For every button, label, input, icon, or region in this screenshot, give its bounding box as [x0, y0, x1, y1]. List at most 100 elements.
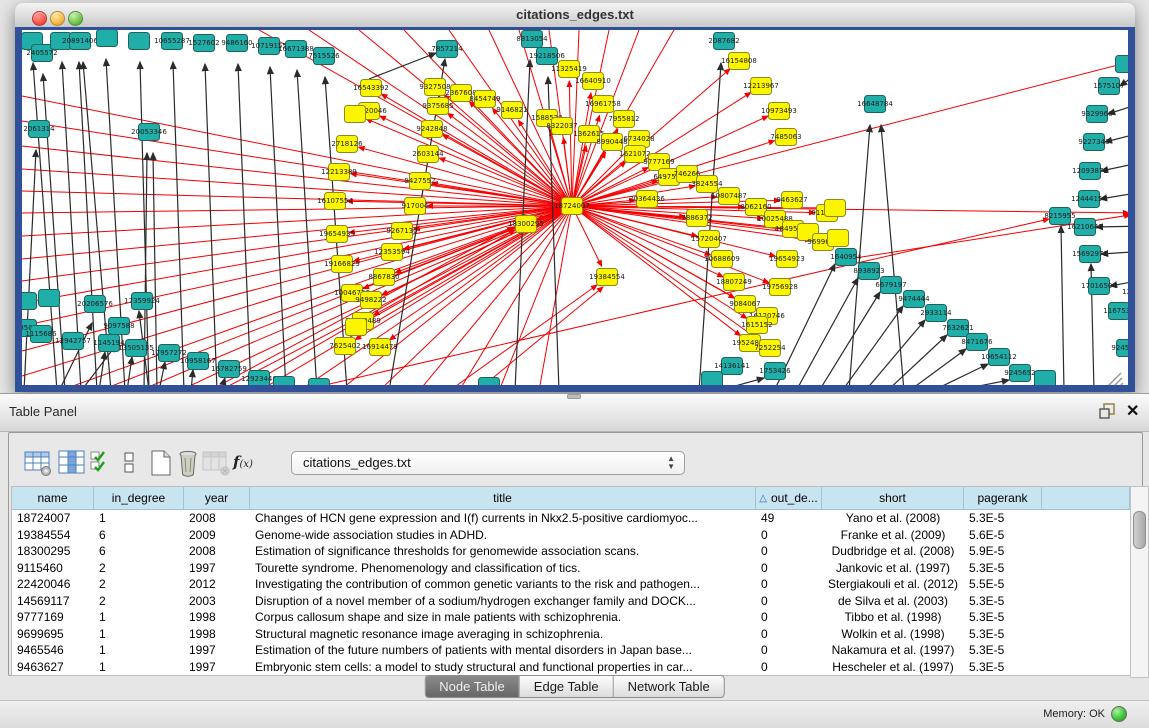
table-cell[interactable]: Stergiakouli et al. (2012) — [822, 576, 964, 593]
network-node[interactable] — [309, 379, 330, 386]
table-cell[interactable]: 5.3E-5 — [964, 609, 1042, 626]
column-header-out_de[interactable]: △out_de... — [756, 487, 822, 509]
table-cell[interactable]: 1 — [94, 609, 184, 626]
table-cell[interactable]: 2012 — [184, 576, 250, 593]
table-cell[interactable]: 0 — [756, 593, 822, 610]
tab-network-table[interactable]: Network Table — [614, 676, 724, 697]
table-cell[interactable]: 5.3E-5 — [964, 510, 1042, 527]
table-cell[interactable]: 22420046 — [12, 576, 94, 593]
network-node[interactable] — [1035, 371, 1056, 386]
table-cell[interactable]: 2 — [94, 576, 184, 593]
column-header-name[interactable]: name — [12, 487, 94, 509]
table-cell[interactable]: 49 — [756, 510, 822, 527]
table-cell[interactable]: Structural magnetic resonance image aver… — [250, 626, 756, 643]
table-cell[interactable]: 1998 — [184, 609, 250, 626]
table-cell[interactable]: 18724007 — [12, 510, 94, 527]
resize-grip-icon[interactable] — [1107, 373, 1123, 385]
select-columns-icon[interactable] — [57, 449, 87, 477]
column-header-title[interactable]: title — [250, 487, 756, 509]
table-cell[interactable]: 18300295 — [12, 543, 94, 560]
table-row[interactable]: 1456911722003Disruption of a novel membe… — [12, 593, 1130, 610]
table-cell[interactable]: Hescheler et al. (1997) — [822, 659, 964, 676]
table-cell[interactable]: 0 — [756, 527, 822, 544]
vertical-scrollbar[interactable] — [1130, 486, 1149, 678]
network-node[interactable] — [274, 377, 295, 386]
table-row[interactable]: 1830029562008Estimation of significance … — [12, 543, 1130, 560]
table-cell[interactable]: 5.5E-5 — [964, 576, 1042, 593]
table-cell[interactable]: 5.3E-5 — [964, 593, 1042, 610]
table-cell[interactable]: 0 — [756, 642, 822, 659]
network-node[interactable] — [129, 33, 150, 50]
table-cell[interactable]: Tibbo et al. (1998) — [822, 609, 964, 626]
tab-edge-table[interactable]: Edge Table — [520, 676, 614, 697]
table-cell[interactable]: 5.3E-5 — [964, 626, 1042, 643]
table-row[interactable]: 1938455462009Genome-wide association stu… — [12, 527, 1130, 544]
select-rows-icon[interactable] — [89, 449, 111, 477]
network-node[interactable] — [345, 106, 366, 123]
create-table-icon[interactable] — [145, 449, 175, 477]
table-cell[interactable]: 1997 — [184, 560, 250, 577]
network-node[interactable] — [1116, 56, 1129, 73]
table-cell[interactable]: 1997 — [184, 642, 250, 659]
table-cell[interactable]: 5.9E-5 — [964, 543, 1042, 560]
table-cell[interactable]: 5.3E-5 — [964, 560, 1042, 577]
table-cell[interactable]: 0 — [756, 609, 822, 626]
table-cell[interactable]: Franke et al. (2009) — [822, 527, 964, 544]
network-node[interactable] — [828, 230, 849, 247]
table-cell[interactable]: 2003 — [184, 593, 250, 610]
network-canvas[interactable]: 1872400718300295165433922242004693275082… — [22, 30, 1128, 385]
network-node[interactable] — [346, 319, 367, 336]
table-cell[interactable]: 9115460 — [12, 560, 94, 577]
column-header-short[interactable]: short — [822, 487, 964, 509]
network-node[interactable] — [479, 378, 500, 386]
table-cell[interactable]: Changes of HCN gene expression and I(f) … — [250, 510, 756, 527]
network-node[interactable] — [22, 293, 37, 310]
row-height-icon[interactable] — [121, 449, 137, 477]
table-cell[interactable]: 9463627 — [12, 659, 94, 676]
table-row[interactable]: 969969511998Structural magnetic resonanc… — [12, 626, 1130, 643]
table-cell[interactable]: Estimation of significance thresholds fo… — [250, 543, 756, 560]
column-header-year[interactable]: year — [184, 487, 250, 509]
network-table-select[interactable]: citations_edges.txt ▲▼ — [291, 451, 685, 475]
citation-network-graph[interactable]: 1872400718300295165433922242004693275082… — [22, 30, 1128, 385]
memory-ok-light-icon[interactable] — [1111, 706, 1127, 722]
table-cell[interactable]: 1997 — [184, 659, 250, 676]
column-header-in_degree[interactable]: in_degree — [94, 487, 184, 509]
table-row[interactable]: 946554611997Estimation of the future num… — [12, 642, 1130, 659]
table-cell[interactable]: Estimation of the future numbers of pati… — [250, 642, 756, 659]
table-cell[interactable]: Genome-wide association studies in ADHD. — [250, 527, 756, 544]
tab-node-table[interactable]: Node Table — [425, 676, 520, 697]
network-node[interactable] — [825, 200, 846, 217]
table-cell[interactable]: Wolkin et al. (1998) — [822, 626, 964, 643]
table-cell[interactable]: 1 — [94, 510, 184, 527]
column-header-pagerank[interactable]: pagerank — [964, 487, 1042, 509]
table-settings-icon[interactable] — [23, 449, 53, 477]
table-cell[interactable]: 1998 — [184, 626, 250, 643]
table-cell[interactable]: Yano et al. (2008) — [822, 510, 964, 527]
table-cell[interactable]: de Silva et al. (2003) — [822, 593, 964, 610]
table-cell[interactable]: 14569117 — [12, 593, 94, 610]
table-cell[interactable]: 9777169 — [12, 609, 94, 626]
table-row[interactable]: 911546021997Tourette syndrome. Phenomeno… — [12, 560, 1130, 577]
table-cell[interactable]: 0 — [756, 560, 822, 577]
table-cell[interactable]: Nakamura et al. (1997) — [822, 642, 964, 659]
network-node[interactable] — [39, 290, 60, 307]
table-row[interactable]: 1872400712008Changes of HCN gene express… — [12, 510, 1130, 527]
table-cell[interactable]: 0 — [756, 626, 822, 643]
table-cell[interactable]: 2008 — [184, 543, 250, 560]
table-cell[interactable]: Corpus callosum shape and size in male p… — [250, 609, 756, 626]
table-cell[interactable]: 1 — [94, 659, 184, 676]
table-cell[interactable]: 1 — [94, 642, 184, 659]
table-cell[interactable]: 2 — [94, 593, 184, 610]
table-cell[interactable]: 19384554 — [12, 527, 94, 544]
table-row[interactable]: 977716911998Corpus callosum shape and si… — [12, 609, 1130, 626]
table-cell[interactable]: 2 — [94, 560, 184, 577]
scrollbar-thumb[interactable] — [1133, 511, 1146, 549]
table-cell[interactable]: 5.6E-5 — [964, 527, 1042, 544]
table-cell[interactable]: 0 — [756, 543, 822, 560]
table-cell[interactable]: 1 — [94, 626, 184, 643]
table-row[interactable]: 946362711997Embryonic stem cells: a mode… — [12, 659, 1130, 676]
float-window-icon[interactable] — [1099, 403, 1116, 420]
table-cell[interactable]: 0 — [756, 659, 822, 676]
splitter-handle[interactable] — [567, 394, 581, 399]
